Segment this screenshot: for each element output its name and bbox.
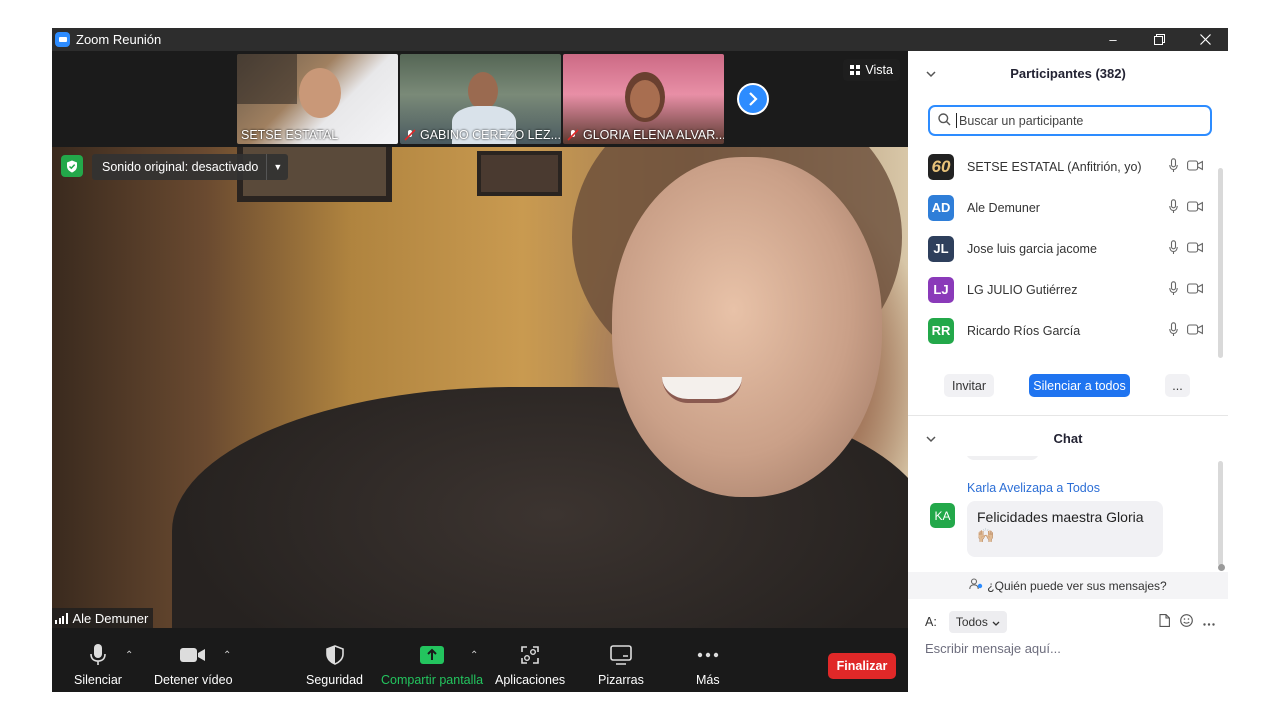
microphone-icon[interactable] — [1169, 281, 1178, 299]
original-sound-toggle[interactable]: Sonido original: desactivado ▼ — [92, 154, 289, 180]
whiteboard-icon — [610, 642, 632, 668]
video-camera-icon[interactable] — [1187, 201, 1203, 215]
thumbnail-strip: SETSE ESTATAL GABINO CEREZO LEZ... GLORI… — [52, 51, 908, 147]
raised-hands-emoji: 🙌🏼 — [977, 527, 995, 543]
who-can-see-link[interactable]: ¿Quién puede ver sus mensajes? — [908, 572, 1228, 599]
thumbnail-name: GABINO CEREZO LEZ... — [404, 128, 561, 142]
participant-row[interactable]: LJ LG JULIO Gutiérrez — [928, 269, 1218, 310]
security-button[interactable]: Seguridad — [306, 642, 363, 687]
stop-video-button[interactable]: Detener vídeo — [154, 642, 233, 687]
invite-button[interactable]: Invitar — [944, 374, 994, 397]
muted-mic-icon — [567, 129, 579, 141]
share-screen-icon — [420, 642, 445, 668]
minimize-button[interactable]: – — [1090, 28, 1136, 51]
participant-row[interactable]: RR Ricardo Ríos García — [928, 310, 1218, 351]
more-button[interactable]: Más — [696, 642, 720, 687]
video-camera-icon[interactable] — [1187, 242, 1203, 256]
thumbnail-name: SETSE ESTATAL — [241, 128, 339, 142]
whiteboards-button[interactable]: Pizarras — [598, 642, 644, 687]
participant-search-input[interactable]: Buscar un participante — [928, 105, 1212, 136]
scroll-indicator — [1218, 564, 1225, 571]
chat-scrollbar[interactable] — [1218, 461, 1223, 566]
microphone-icon[interactable] — [1169, 322, 1178, 340]
search-icon — [938, 112, 951, 129]
apps-icon — [521, 642, 539, 668]
avatar: AD — [928, 194, 954, 221]
avatar: RR — [928, 317, 954, 344]
microphone-icon — [90, 642, 106, 668]
participant-row[interactable]: JL Jose luis garcia jacome — [928, 228, 1218, 269]
participant-actions: Invitar Silenciar a todos ... — [908, 374, 1228, 402]
video-camera-icon — [180, 642, 206, 668]
video-camera-icon[interactable] — [1187, 160, 1203, 174]
recipient-select[interactable]: Todos — [948, 611, 1007, 633]
shield-icon — [325, 642, 344, 668]
view-button[interactable]: Vista — [843, 59, 900, 81]
zoom-logo-icon — [55, 32, 70, 47]
more-dots-icon[interactable] — [1203, 615, 1215, 629]
participant-row[interactable]: 60 SETSE ESTATAL (Anfitrión, yo) — [928, 146, 1218, 187]
previous-message-bubble — [966, 456, 1039, 460]
muted-mic-icon — [404, 129, 416, 141]
mute-button[interactable]: Silenciar — [74, 642, 122, 687]
chat-message-input[interactable]: Escribir mensaje aquí... — [925, 641, 1215, 661]
message-sender[interactable]: Karla Avelizapa a Todos — [967, 481, 1100, 495]
more-options-button[interactable]: ... — [1165, 374, 1190, 397]
avatar: JL — [928, 235, 954, 262]
thumbnail-video[interactable]: SETSE ESTATAL — [237, 54, 398, 144]
chat-header: Chat — [908, 416, 1228, 460]
avatar: 60 — [928, 153, 954, 180]
participant-scrollbar[interactable] — [1218, 168, 1223, 358]
meeting-toolbar: Silenciar ⌃ Detener vídeo ⌃ Seguridad Co… — [52, 628, 908, 692]
share-screen-button[interactable]: Compartir pantalla — [381, 642, 483, 687]
encryption-shield-icon[interactable] — [61, 155, 83, 177]
end-meeting-button[interactable]: Finalizar — [828, 653, 896, 679]
signal-bars-icon — [55, 612, 68, 624]
chevron-down-icon — [992, 615, 1000, 629]
side-panel: Participantes (382) Buscar un participan… — [908, 51, 1228, 692]
grid-icon — [850, 65, 861, 75]
speaker-name-label: Ale Demuner — [52, 608, 154, 628]
avatar: LJ — [928, 276, 954, 303]
avatar: KA — [930, 503, 955, 528]
title-bar: Zoom Reunión – — [52, 28, 1228, 51]
restore-button[interactable] — [1136, 28, 1182, 51]
mute-all-button[interactable]: Silenciar a todos — [1029, 374, 1130, 397]
share-options-chevron-icon[interactable]: ⌃ — [470, 650, 478, 661]
close-button[interactable] — [1182, 28, 1228, 51]
chat-messages: Karla Avelizapa a Todos KA Felicidades m… — [908, 456, 1228, 576]
participants-header: Participantes (382) — [908, 51, 1228, 95]
file-icon[interactable] — [1159, 614, 1170, 630]
video-camera-icon[interactable] — [1187, 283, 1203, 297]
video-options-chevron-icon[interactable]: ⌃ — [223, 650, 231, 661]
chevron-down-icon[interactable] — [926, 431, 936, 446]
people-icon — [969, 578, 983, 593]
chevron-right-icon — [749, 92, 758, 106]
participant-list: 60 SETSE ESTATAL (Anfitrión, yo) AD Ale … — [928, 146, 1218, 351]
apps-button[interactable]: Aplicaciones — [495, 642, 565, 687]
window-title: Zoom Reunión — [76, 32, 162, 47]
thumbnail-name: GLORIA ELENA ALVAR... — [567, 128, 724, 142]
emoji-icon[interactable] — [1180, 614, 1193, 630]
microphone-icon[interactable] — [1169, 199, 1178, 217]
video-area: SETSE ESTATAL GABINO CEREZO LEZ... GLORI… — [52, 51, 908, 628]
recipient-row: A: Todos — [925, 610, 1215, 634]
participant-row[interactable]: AD Ale Demuner — [928, 187, 1218, 228]
next-page-button[interactable] — [737, 83, 769, 115]
mute-options-chevron-icon[interactable]: ⌃ — [125, 650, 133, 661]
active-speaker-video: Sonido original: desactivado ▼ Ale Demun… — [52, 147, 908, 628]
thumbnail-video[interactable]: GABINO CEREZO LEZ... — [400, 54, 561, 144]
message-bubble: Felicidades maestra Gloria 🙌🏼 — [967, 501, 1163, 557]
zoom-window: Zoom Reunión – SETSE ESTATAL GABINO CERE… — [52, 28, 1228, 692]
video-camera-icon[interactable] — [1187, 324, 1203, 338]
more-dots-icon — [697, 642, 719, 668]
microphone-icon[interactable] — [1169, 158, 1178, 176]
chevron-down-icon[interactable] — [926, 66, 936, 81]
microphone-icon[interactable] — [1169, 240, 1178, 258]
chevron-down-icon[interactable]: ▼ — [266, 154, 288, 180]
thumbnail-video[interactable]: GLORIA ELENA ALVAR... — [563, 54, 724, 144]
